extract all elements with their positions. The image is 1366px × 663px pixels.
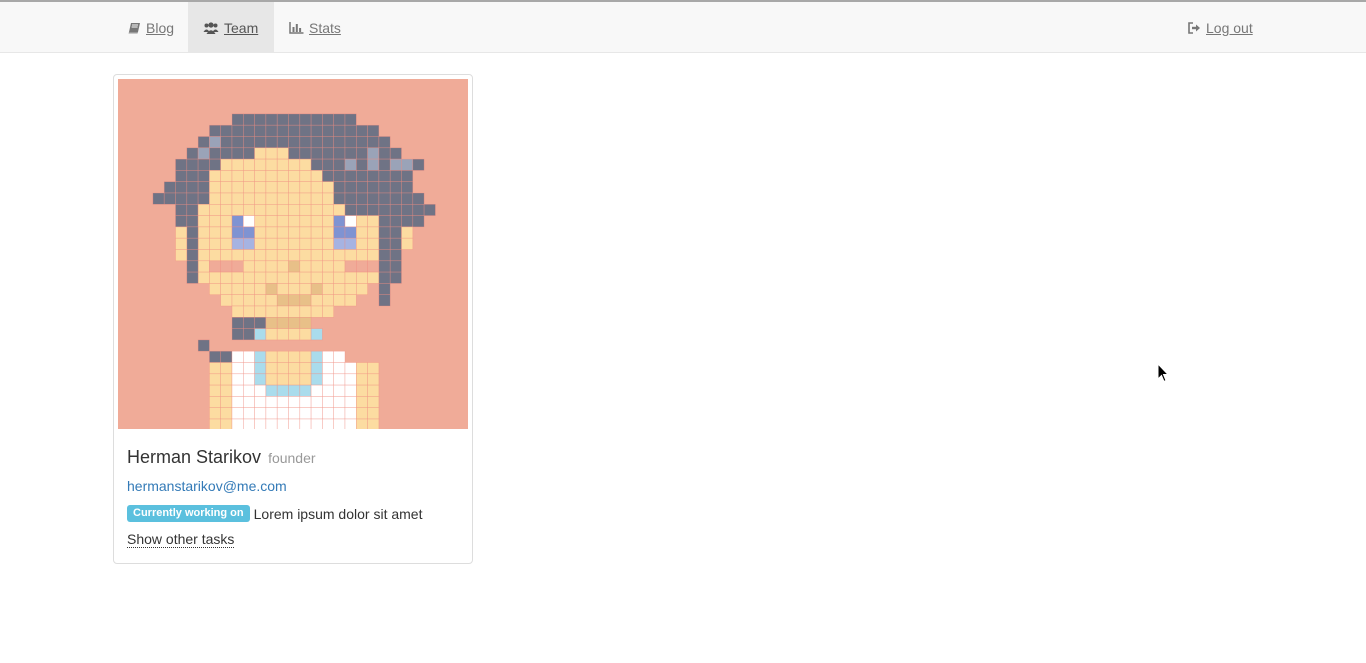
team-member-card: Herman Starikov founder hermanstarikov@m… (113, 74, 473, 564)
sign-out-icon (1188, 21, 1201, 34)
member-name: Herman Starikov (127, 447, 262, 467)
member-email-link[interactable]: hermanstarikov@me.com (127, 478, 287, 494)
users-icon (203, 21, 219, 34)
nav-item-blog[interactable]: Blog (113, 2, 189, 53)
book-icon (128, 22, 141, 34)
nav-item-label: Blog (146, 19, 175, 36)
pixel-avatar (118, 79, 468, 429)
nav-item-team[interactable]: Team (188, 2, 274, 53)
top-navbar: Blog Team Stats Log out (0, 0, 1366, 53)
nav-item-stats[interactable]: Stats (274, 2, 356, 53)
currently-working-badge: Currently working on (127, 505, 250, 522)
member-name-line: Herman Starikov founder (127, 447, 316, 468)
current-task-text: Lorem ipsum dolor sit amet (253, 505, 423, 522)
show-other-tasks-link[interactable]: Show other tasks (127, 532, 235, 548)
logout-link[interactable]: Log out (1173, 2, 1268, 53)
nav-item-label: Team (224, 19, 259, 36)
mouse-cursor-icon (1157, 362, 1170, 388)
current-task: Currently working on Lorem ipsum dolor s… (127, 505, 422, 522)
member-role: founder (268, 450, 316, 466)
nav-item-label: Stats (309, 19, 341, 36)
bar-chart-icon (289, 21, 304, 34)
logout-label: Log out (1206, 19, 1253, 36)
